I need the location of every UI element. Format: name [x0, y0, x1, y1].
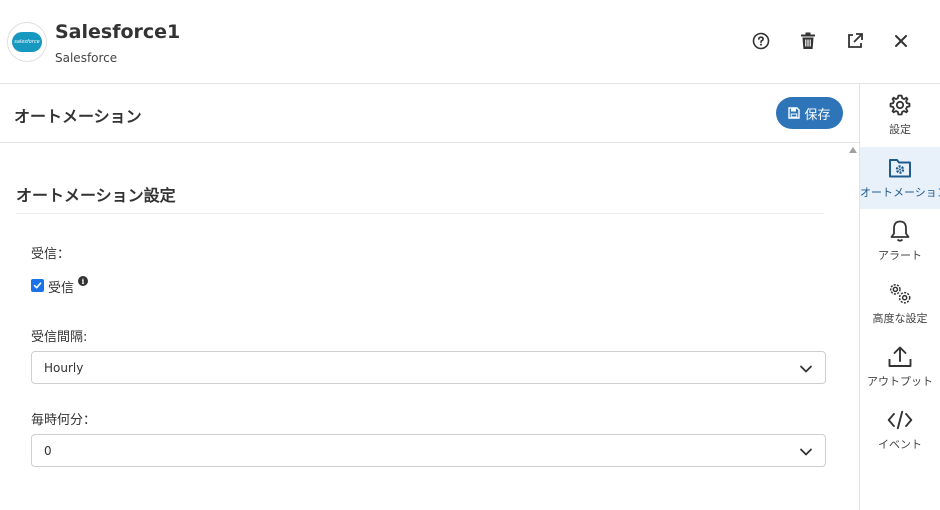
interval-select[interactable]: Hourly: [31, 351, 826, 384]
right-sidebar: 設定 オートメーション アラート 高度な設定 アウトプット イベント: [859, 84, 940, 510]
receive-label: 受信：: [31, 247, 71, 262]
salesforce-logo: salesforce: [7, 22, 47, 62]
minute-select[interactable]: 0: [31, 434, 826, 467]
chevron-down-icon: [800, 365, 812, 373]
salesforce-cloud-icon: salesforce: [12, 32, 42, 52]
section-title: オートメーション設定: [16, 186, 176, 205]
sidebar-item-label: アウトプット: [867, 375, 933, 388]
sidebar-item-output[interactable]: アウトプット: [860, 336, 940, 398]
gears-icon: [887, 281, 913, 307]
sidebar-item-label: アラート: [878, 249, 922, 262]
gear-icon: [887, 92, 913, 118]
save-button[interactable]: 保存: [776, 97, 843, 129]
sidebar-item-label: イベント: [878, 438, 922, 451]
upload-icon: [887, 344, 913, 370]
app-header: salesforce Salesforce1 Salesforce: [0, 0, 940, 84]
checkmark-icon: [33, 282, 42, 289]
receive-checkbox-label[interactable]: 受信: [48, 277, 74, 296]
sidebar-item-label: 設定: [889, 123, 911, 136]
chevron-down-icon: [800, 448, 812, 456]
app-subtitle: Salesforce: [55, 51, 118, 65]
external-link-icon[interactable]: [844, 30, 866, 52]
close-icon[interactable]: [890, 30, 912, 52]
sidebar-item-label: 高度な設定: [872, 312, 928, 325]
help-icon[interactable]: [750, 30, 772, 52]
save-icon: [788, 107, 801, 119]
minute-select-value: 0: [44, 444, 52, 458]
section-divider: [16, 213, 824, 214]
info-icon[interactable]: i: [78, 276, 88, 286]
sidebar-item-advanced[interactable]: 高度な設定: [860, 273, 940, 335]
sidebar-item-label: オートメーション: [860, 186, 940, 199]
code-icon: [887, 407, 913, 433]
sidebar-item-automation[interactable]: オートメーション: [860, 147, 940, 209]
interval-select-value: Hourly: [44, 361, 84, 375]
interval-label: 受信間隔:: [31, 330, 88, 345]
sidebar-item-events[interactable]: イベント: [860, 399, 940, 461]
app-title: Salesforce1: [55, 21, 181, 43]
logo-text: salesforce: [14, 39, 40, 45]
save-button-label: 保存: [804, 107, 831, 123]
sidebar-item-settings[interactable]: 設定: [860, 84, 940, 146]
page-title: オートメーション: [14, 107, 142, 126]
minute-label: 毎時何分：: [31, 413, 97, 428]
scroll-up-arrow[interactable]: [849, 147, 857, 153]
panel-header: オートメーション 保存: [0, 84, 859, 143]
sidebar-item-alert[interactable]: アラート: [860, 210, 940, 272]
bell-icon: [887, 218, 913, 244]
trash-icon[interactable]: [797, 30, 819, 52]
folder-gear-icon: [887, 155, 913, 181]
receive-checkbox[interactable]: [31, 279, 44, 292]
